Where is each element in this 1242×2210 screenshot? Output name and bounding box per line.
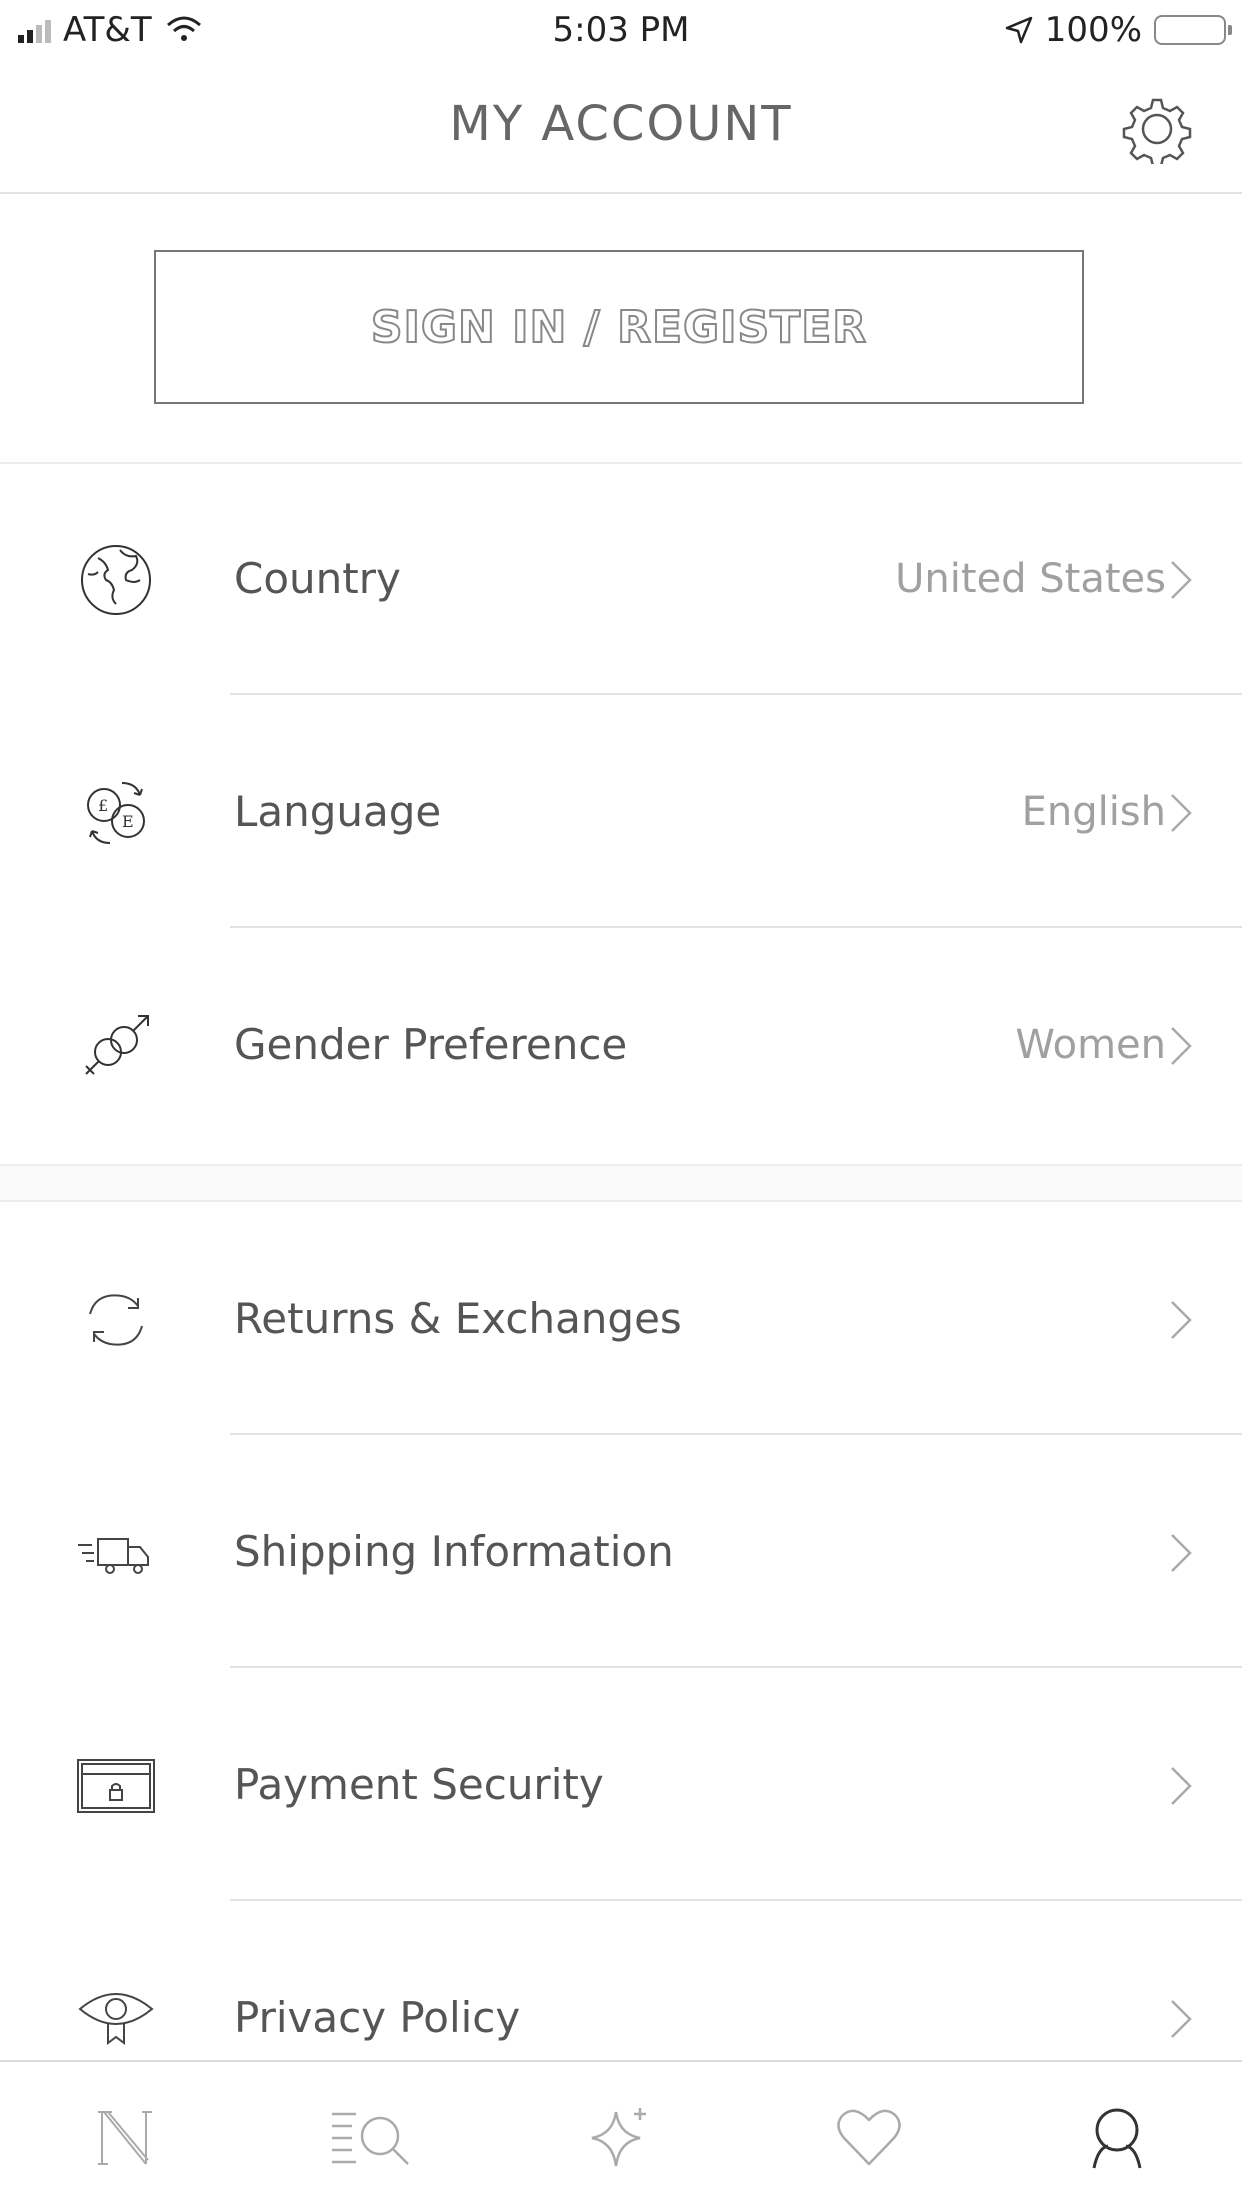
tab-discover[interactable] xyxy=(586,2102,656,2172)
heart-icon xyxy=(837,2109,901,2166)
battery-icon xyxy=(1154,15,1232,45)
signin-section: SIGN IN / REGISTER xyxy=(0,192,1242,464)
preferences-list: Country United States £ E Language Englis… xyxy=(0,462,1242,1161)
signin-register-label: SIGN IN / REGISTER xyxy=(370,301,868,354)
tab-home[interactable] xyxy=(90,2102,160,2172)
gear-icon xyxy=(1122,98,1192,164)
info-list: Returns & Exchanges Shipping Information… xyxy=(0,1200,1242,2134)
section-gap xyxy=(0,1164,1242,1202)
tab-account[interactable] xyxy=(1082,2102,1152,2172)
row-label: Shipping Information xyxy=(234,1527,674,1576)
settings-button[interactable] xyxy=(1122,94,1192,164)
row-returns-exchanges[interactable]: Returns & Exchanges xyxy=(0,1202,1242,1435)
chevron-right-icon xyxy=(1168,1024,1196,1068)
chevron-right-icon xyxy=(1168,1997,1196,2041)
row-shipping-information[interactable]: Shipping Information xyxy=(0,1435,1242,1668)
row-label: Language xyxy=(234,787,442,836)
n-logo-icon xyxy=(98,2111,152,2165)
row-language[interactable]: £ E Language English xyxy=(0,695,1242,928)
chevron-right-icon xyxy=(1168,1531,1196,1575)
currency-exchange-icon: £ E xyxy=(76,773,156,853)
status-bar: AT&T 5:03 PM 100% xyxy=(0,0,1242,62)
row-country[interactable]: Country United States xyxy=(0,462,1242,695)
row-label: Gender Preference xyxy=(234,1020,628,1069)
row-label: Country xyxy=(234,554,401,603)
chevron-right-icon xyxy=(1168,1298,1196,1342)
page-title: MY ACCOUNT xyxy=(449,96,793,152)
search-icon xyxy=(332,2112,409,2165)
location-arrow-icon xyxy=(1005,16,1033,44)
row-label: Privacy Policy xyxy=(234,1993,521,2042)
row-value: English xyxy=(1021,789,1166,835)
globe-icon xyxy=(76,540,156,620)
eye-icon xyxy=(76,1979,156,2059)
svg-text:£: £ xyxy=(98,796,108,815)
truck-icon xyxy=(76,1513,156,1593)
row-value: Women xyxy=(1015,1022,1166,1068)
svg-text:E: E xyxy=(122,812,134,831)
gender-icon xyxy=(76,1006,156,1086)
tab-bar xyxy=(0,2060,1242,2210)
row-value: United States xyxy=(895,556,1166,602)
user-icon xyxy=(1092,2108,1142,2169)
chevron-right-icon xyxy=(1168,1764,1196,1808)
status-right: 100% xyxy=(1005,10,1232,50)
row-label: Payment Security xyxy=(234,1760,604,1809)
row-payment-security[interactable]: Payment Security xyxy=(0,1668,1242,1901)
row-gender-preference[interactable]: Gender Preference Women xyxy=(0,928,1242,1161)
tab-search[interactable] xyxy=(328,2102,418,2172)
sparkle-icon xyxy=(591,2108,646,2167)
tab-wishlist[interactable] xyxy=(834,2102,904,2172)
returns-icon xyxy=(76,1280,156,1360)
chevron-right-icon xyxy=(1168,558,1196,602)
card-lock-icon xyxy=(76,1746,156,1826)
row-label: Returns & Exchanges xyxy=(234,1294,682,1343)
nav-header: MY ACCOUNT xyxy=(0,70,1242,194)
chevron-right-icon xyxy=(1168,791,1196,835)
signin-register-button[interactable]: SIGN IN / REGISTER xyxy=(154,250,1084,404)
battery-percent: 100% xyxy=(1044,10,1142,50)
